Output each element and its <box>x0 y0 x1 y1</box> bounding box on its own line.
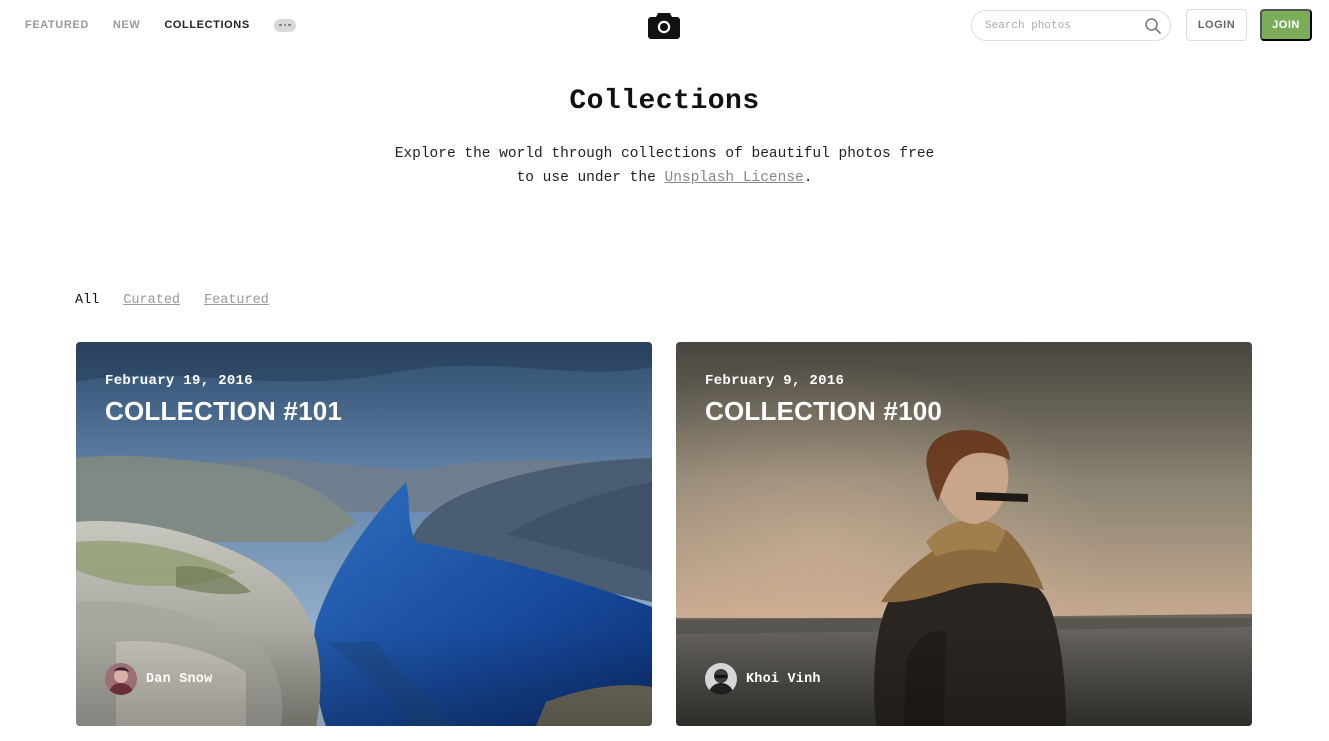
join-button[interactable]: JOIN <box>1260 9 1312 41</box>
filter-curated[interactable]: Curated <box>123 293 180 308</box>
search-input[interactable] <box>985 19 1144 32</box>
primary-nav: FEATURED NEW COLLECTIONS <box>25 18 296 32</box>
collection-filters: All Curated Featured <box>75 293 293 308</box>
nav-collections[interactable]: COLLECTIONS <box>164 18 249 32</box>
filter-all[interactable]: All <box>75 293 99 308</box>
nav-featured[interactable]: FEATURED <box>25 18 89 32</box>
collection-card[interactable]: February 19, 2016 COLLECTION #101 Dan Sn… <box>76 342 652 726</box>
login-button[interactable]: LOGIN <box>1186 9 1247 41</box>
collection-author[interactable]: Khoi Vinh <box>705 663 821 695</box>
collection-card[interactable]: February 9, 2016 COLLECTION #100 Khoi Vi… <box>676 342 1252 726</box>
search-icon[interactable] <box>1144 17 1162 35</box>
avatar[interactable] <box>105 663 137 695</box>
subtitle-line-1: Explore the world through collections of… <box>394 146 935 162</box>
collection-author[interactable]: Dan Snow <box>105 663 212 695</box>
license-link[interactable]: Unsplash License <box>665 170 804 186</box>
collection-date: February 19, 2016 <box>105 373 253 389</box>
collection-title[interactable]: COLLECTION #101 <box>105 396 342 427</box>
ellipsis-icon[interactable] <box>273 18 296 32</box>
search-box <box>971 10 1171 41</box>
subtitle-line-2: to use under the Unsplash License. <box>0 166 1329 190</box>
page-title: Collections <box>569 86 760 117</box>
collection-title[interactable]: COLLECTION #100 <box>705 396 942 427</box>
collection-date: February 9, 2016 <box>705 373 845 389</box>
filter-featured[interactable]: Featured <box>204 293 269 308</box>
author-name[interactable]: Khoi Vinh <box>746 672 821 687</box>
page-subtitle: Explore the world through collections of… <box>0 142 1329 190</box>
avatar[interactable] <box>705 663 737 695</box>
nav-new[interactable]: NEW <box>113 18 140 32</box>
subtitle-period: . <box>803 170 813 186</box>
camera-icon[interactable] <box>648 11 680 39</box>
author-name[interactable]: Dan Snow <box>146 672 212 687</box>
subtitle-text: to use under the <box>516 170 665 186</box>
